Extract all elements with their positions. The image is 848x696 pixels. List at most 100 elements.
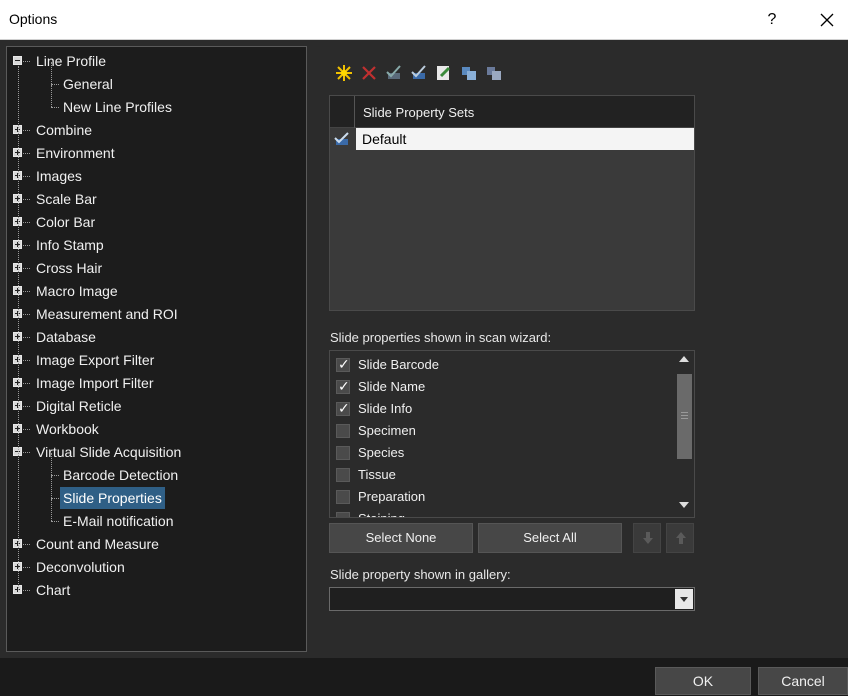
list-item[interactable]: ✓ Slide Name [336,376,666,398]
arrow-down-icon [643,532,653,544]
delete-icon[interactable] [360,64,378,82]
tree-item[interactable]: Images [7,165,306,187]
checkbox[interactable]: ✓ [336,356,350,372]
gallery-property-select[interactable] [329,587,695,611]
tree-item[interactable]: Database [7,326,306,348]
window-title: Options [9,11,58,27]
cancel-button[interactable]: Cancel [758,667,848,695]
scroll-thumb[interactable] [677,374,692,459]
tree-item-label: Line Profile [36,53,107,69]
list-item-label: Specimen [358,423,416,438]
scroll-up-icon[interactable] [679,356,689,362]
collapse-icon[interactable] [13,56,22,65]
tree-item[interactable]: Environment [7,142,306,164]
tree-item[interactable]: Scale Bar [7,188,306,210]
list-item[interactable]: Preparation [336,486,666,508]
tree-item-label: Image Export Filter [36,352,155,368]
tree-item[interactable]: Cross Hair [7,257,306,279]
checkbox[interactable] [336,468,350,482]
move-up-button[interactable] [666,523,694,553]
list-item-label: Staining [358,508,405,517]
tree-item-label: Combine [36,122,93,138]
edit-icon[interactable] [385,64,403,82]
table-row[interactable]: Default [330,128,694,150]
property-set-name[interactable]: Default [356,128,694,150]
tree-item-label: Environment [36,145,115,161]
checkbox[interactable]: ✓ [336,378,350,394]
tree-item-label: General [63,76,113,92]
tree-item[interactable]: Chart [7,579,306,601]
tree-item-label: Slide Properties [60,487,165,509]
checkbox[interactable]: ✓ [336,400,350,416]
options-tree[interactable]: Line Profile General New Line Profiles Comb… [6,46,307,652]
select-none-button[interactable]: Select None [329,523,473,553]
list-item[interactable]: Specimen [336,420,666,442]
list-item[interactable]: Staining [336,508,666,517]
tree-item-label: Color Bar [36,214,96,230]
close-icon [820,13,834,27]
tree-item[interactable]: Info Stamp [7,234,306,256]
tree-item-label: Database [36,329,96,345]
tree-item-label: Chart [36,582,71,598]
scan-wizard-scrollbar[interactable] [675,352,694,516]
tree-item[interactable]: Image Import Filter [7,372,306,394]
tree-item-label: Images [36,168,82,184]
arrow-up-icon [676,532,686,544]
tree-item[interactable]: Color Bar [7,211,306,233]
list-item[interactable]: ✓ Slide Info [336,398,666,420]
tree-item-label: Count and Measure [36,536,159,552]
ok-button[interactable]: OK [655,667,751,695]
column-header-property-sets[interactable]: Slide Property Sets [363,105,474,120]
select-all-button[interactable]: Select All [478,523,622,553]
close-button[interactable] [815,8,839,32]
scan-wizard-list[interactable]: ✓ Slide Barcode ✓ Slide Name ✓ Slide Info Spec… [329,350,695,518]
list-item-label: Tissue [358,467,396,482]
list-item-label: Slide Name [358,379,426,394]
list-item[interactable]: Species [336,442,666,464]
properties-icon[interactable] [435,64,453,82]
tree-item-label: Image Import Filter [36,375,154,391]
tree-item-label: Barcode Detection [63,467,179,483]
tree-item-label: Digital Reticle [36,398,122,414]
set-default-icon[interactable] [410,64,428,82]
checkmark-icon: ✓ [338,378,350,394]
title-bar: Options ? [0,0,848,40]
tree-item[interactable]: Image Export Filter [7,349,306,371]
export-icon[interactable] [485,64,503,82]
checkbox[interactable] [336,424,350,438]
tree-item[interactable]: Deconvolution [7,556,306,578]
checkbox[interactable] [336,446,350,460]
tree-item[interactable]: Measurement and ROI [7,303,306,325]
tree-item[interactable]: Workbook [7,418,306,440]
property-sets-table: Slide Property Sets Default [329,95,695,311]
scan-wizard-label: Slide properties shown in scan wizard: [330,330,552,345]
default-set-icon [334,132,349,145]
move-down-button[interactable] [633,523,661,553]
tree-item-label: Macro Image [36,283,118,299]
import-icon[interactable] [460,64,478,82]
gallery-label: Slide property shown in gallery: [330,567,511,582]
list-item[interactable]: Tissue [336,464,666,486]
tree-item-label: Cross Hair [36,260,103,276]
checkmark-icon: ✓ [338,400,350,416]
list-item-label: Species [358,445,405,460]
tree-item[interactable]: Macro Image [7,280,306,302]
tree-item[interactable]: Digital Reticle [7,395,306,417]
tree-item-label: E-Mail notification [63,513,174,529]
tree-item[interactable]: Combine [7,119,306,141]
scroll-down-icon[interactable] [679,502,689,508]
checkbox[interactable] [336,512,350,517]
tree-item-label: Measurement and ROI [36,306,178,322]
checkbox[interactable] [336,490,350,504]
tree-item[interactable]: E-Mail notification [7,499,306,532]
tree-item-label: New Line Profiles [63,99,172,115]
slide-properties-panel: Slide Property Sets Default Slide proper… [313,46,842,652]
list-item-label: Preparation [358,489,426,504]
list-item-label: Slide Barcode [358,357,439,372]
list-item[interactable]: ✓ Slide Barcode [336,354,666,376]
tree-item[interactable]: Count and Measure [7,533,306,555]
new-icon[interactable] [335,64,353,82]
help-button[interactable]: ? [760,8,784,32]
tree-item[interactable]: New Line Profiles [7,85,306,118]
chevron-down-icon[interactable] [675,589,693,609]
